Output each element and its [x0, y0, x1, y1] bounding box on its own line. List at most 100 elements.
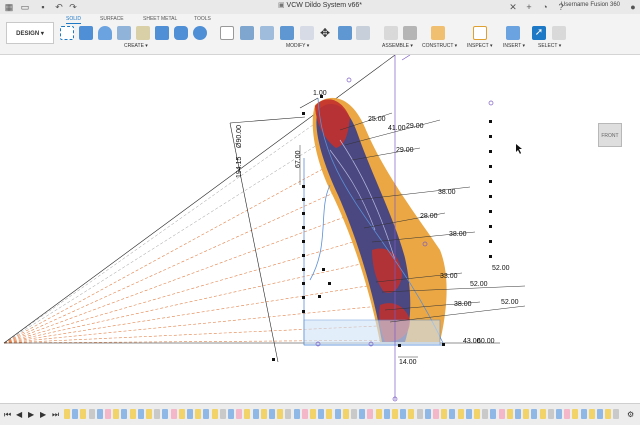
- timeline-feature[interactable]: [506, 409, 513, 419]
- timeline-feature[interactable]: [310, 409, 316, 419]
- cylinder-icon[interactable]: [174, 26, 188, 40]
- timeline-feature[interactable]: [178, 409, 185, 419]
- timeline-forward-icon[interactable]: ▶: [40, 410, 46, 419]
- dimension-label[interactable]: 41.00: [388, 125, 406, 132]
- timeline-feature[interactable]: [219, 409, 226, 419]
- timeline-feature[interactable]: [351, 409, 357, 419]
- timeline-feature[interactable]: [383, 409, 390, 419]
- timeline-feature[interactable]: [318, 409, 325, 419]
- inspect-menu[interactable]: INSPECT ▾: [467, 43, 492, 49]
- timeline-feature[interactable]: [597, 409, 603, 419]
- construct-menu[interactable]: CONSTRUCT ▾: [422, 43, 457, 49]
- timeline-feature[interactable]: [277, 409, 284, 419]
- timeline-feature[interactable]: [121, 409, 128, 419]
- timeline-feature[interactable]: [293, 409, 300, 419]
- sphere-icon[interactable]: [193, 26, 207, 40]
- timeline-feature[interactable]: [416, 409, 423, 419]
- avatar[interactable]: ●: [628, 2, 638, 12]
- timeline-feature[interactable]: [498, 409, 505, 419]
- dimension-label[interactable]: 29.00: [406, 123, 424, 130]
- loft-icon[interactable]: [136, 26, 150, 40]
- timeline-feature[interactable]: [515, 409, 521, 419]
- dimension-label[interactable]: 38.00: [438, 189, 456, 196]
- dimension-label[interactable]: 52.00: [492, 265, 510, 272]
- timeline-feature[interactable]: [474, 409, 480, 419]
- close-tab-icon[interactable]: ✕: [508, 2, 518, 12]
- dimension-label[interactable]: 33.00: [440, 273, 458, 280]
- timeline-feature[interactable]: [342, 409, 349, 419]
- dimension-label[interactable]: 60.00: [477, 338, 495, 345]
- offset-plane-icon[interactable]: [431, 26, 445, 40]
- timeline-feature[interactable]: [285, 409, 292, 419]
- tab-solid[interactable]: SOLID: [66, 16, 82, 24]
- new-component-icon[interactable]: [384, 26, 398, 40]
- create-menu[interactable]: CREATE ▾: [124, 43, 148, 49]
- timeline-feature[interactable]: [154, 409, 161, 419]
- timeline-end-icon[interactable]: ⏭: [52, 410, 59, 420]
- combine-icon[interactable]: [300, 26, 314, 40]
- insert-image-icon[interactable]: [506, 26, 520, 40]
- timeline-feature[interactable]: [203, 409, 210, 419]
- timeline-feature[interactable]: [113, 409, 120, 419]
- timeline-feature[interactable]: [96, 409, 103, 419]
- timeline-feature[interactable]: [64, 409, 70, 419]
- timeline-feature[interactable]: [301, 409, 308, 419]
- press-pull-icon[interactable]: [220, 26, 234, 40]
- tab-surface[interactable]: SURFACE: [100, 16, 124, 22]
- timeline-feature[interactable]: [457, 409, 464, 419]
- chamfer-icon[interactable]: [260, 26, 274, 40]
- design-canvas[interactable]: 1.00 25.00 41.00 29.00 29.00 Ø90.00 194.…: [0, 55, 640, 403]
- timeline-feature[interactable]: [244, 409, 251, 419]
- timeline-feature[interactable]: [613, 409, 620, 419]
- timeline-feature[interactable]: [105, 409, 111, 419]
- timeline-feature[interactable]: [449, 409, 456, 419]
- tab-tools[interactable]: TOOLS: [194, 16, 211, 22]
- timeline-feature[interactable]: [400, 409, 407, 419]
- timeline-back-icon[interactable]: ◀: [16, 410, 22, 419]
- dimension-label[interactable]: 29.00: [396, 147, 414, 154]
- view-cube[interactable]: FRONT: [598, 123, 622, 147]
- dimension-label[interactable]: 38.00: [454, 301, 472, 308]
- timeline-feature[interactable]: [269, 409, 275, 419]
- new-tab-icon[interactable]: +: [524, 2, 534, 12]
- view-cube-face[interactable]: FRONT: [601, 133, 618, 139]
- timeline-feature[interactable]: [211, 409, 218, 419]
- dimension-label[interactable]: 194.15: [236, 156, 243, 178]
- sweep-icon[interactable]: [117, 26, 131, 40]
- dimension-label[interactable]: 52.00: [470, 281, 488, 288]
- timeline-feature[interactable]: [572, 409, 579, 419]
- timeline-feature[interactable]: [72, 409, 79, 419]
- timeline-settings-icon[interactable]: ⚙: [627, 410, 634, 419]
- timeline-feature[interactable]: [88, 409, 95, 419]
- timeline-feature[interactable]: [146, 409, 152, 419]
- user-name[interactable]: Username Fusion 360: [561, 2, 620, 8]
- timeline-feature[interactable]: [228, 409, 234, 419]
- timeline-features[interactable]: [64, 409, 624, 420]
- timeline-play-icon[interactable]: ▶: [28, 410, 34, 419]
- timeline-feature[interactable]: [424, 409, 431, 419]
- timeline-feature[interactable]: [523, 409, 530, 419]
- timeline-feature[interactable]: [465, 409, 472, 419]
- timeline-feature[interactable]: [236, 409, 243, 419]
- timeline-feature[interactable]: [556, 409, 562, 419]
- timeline-feature[interactable]: [80, 409, 87, 419]
- dimension-label[interactable]: 52.00: [501, 299, 519, 306]
- insert-menu[interactable]: INSERT ▾: [503, 43, 525, 49]
- timeline-feature[interactable]: [195, 409, 202, 419]
- timeline-feature[interactable]: [441, 409, 448, 419]
- dimension-label[interactable]: 25.00: [368, 116, 386, 123]
- timeline-feature[interactable]: [564, 409, 571, 419]
- extensions-icon[interactable]: ◔: [540, 2, 550, 12]
- timeline-feature[interactable]: [588, 409, 595, 419]
- dimension-label[interactable]: 14.00: [399, 359, 417, 366]
- timeline-feature[interactable]: [187, 409, 193, 419]
- dimension-label[interactable]: 38.00: [449, 231, 467, 238]
- shell-icon[interactable]: [280, 26, 294, 40]
- assemble-menu[interactable]: ASSEMBLE ▾: [382, 43, 413, 49]
- timeline-feature[interactable]: [359, 409, 366, 419]
- select-icon[interactable]: ➚: [532, 26, 546, 40]
- move-icon[interactable]: ✥: [318, 26, 332, 40]
- timeline-feature[interactable]: [433, 409, 439, 419]
- timeline-feature[interactable]: [129, 409, 136, 419]
- fillet-icon[interactable]: [240, 26, 254, 40]
